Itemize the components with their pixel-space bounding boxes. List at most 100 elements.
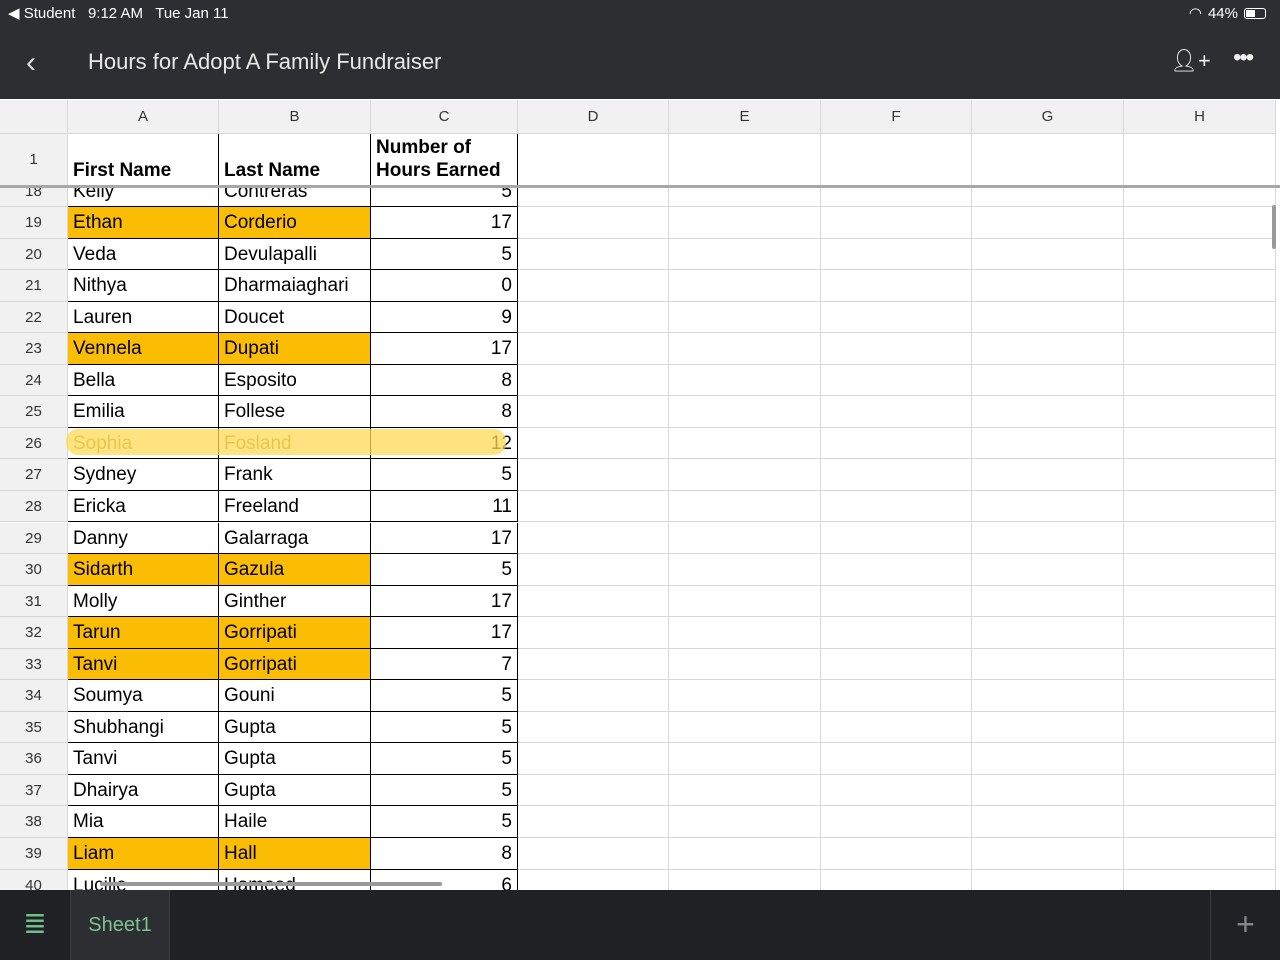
empty-cell[interactable] [972, 427, 1124, 460]
empty-cell[interactable] [821, 427, 972, 460]
empty-cell[interactable] [518, 617, 669, 649]
cell-hours[interactable]: 8 [371, 396, 518, 428]
empty-cell[interactable] [972, 743, 1124, 775]
empty-cell[interactable] [669, 301, 821, 334]
empty-cell[interactable] [669, 648, 821, 681]
row-header[interactable]: 37 [0, 774, 68, 807]
empty-cell[interactable] [1124, 711, 1276, 744]
empty-cell[interactable] [518, 207, 669, 239]
row-header[interactable]: 35 [0, 711, 68, 744]
empty-cell[interactable] [518, 333, 669, 365]
row-header[interactable]: 20 [0, 238, 68, 271]
empty-cell[interactable] [1124, 806, 1276, 838]
empty-cell[interactable] [821, 743, 972, 775]
cell-first[interactable]: Bella [68, 364, 219, 397]
empty-cell[interactable] [821, 301, 972, 334]
empty-cell[interactable] [669, 427, 821, 460]
empty-cell[interactable] [821, 554, 972, 586]
cell-first[interactable]: Vennela [68, 333, 219, 365]
cell-last[interactable]: Esposito [219, 364, 371, 397]
row-header[interactable]: 23 [0, 333, 68, 365]
empty-cell[interactable] [669, 270, 821, 302]
empty-cell[interactable] [518, 459, 669, 491]
column-header-b[interactable]: B [219, 100, 371, 134]
cell-hours[interactable]: 7 [371, 648, 518, 681]
cell-hours[interactable]: 11 [371, 490, 518, 523]
cell-first[interactable]: Soumya [68, 680, 219, 712]
cell-last[interactable]: Dupati [219, 333, 371, 365]
row-header[interactable]: 38 [0, 806, 68, 838]
cell-hours[interactable]: 6 [371, 869, 518, 890]
empty-cell[interactable] [1124, 459, 1276, 491]
empty-cell[interactable] [518, 364, 669, 397]
cell-hours[interactable]: 17 [371, 207, 518, 239]
cell-hours[interactable]: 8 [371, 838, 518, 870]
empty-cell[interactable] [821, 648, 972, 681]
row-header-1[interactable]: 1 [0, 134, 68, 186]
row-header[interactable]: 21 [0, 270, 68, 302]
cell-first[interactable]: Mia [68, 806, 219, 838]
empty-cell[interactable] [518, 490, 669, 523]
empty-cell[interactable] [518, 301, 669, 334]
empty-cell[interactable] [1124, 680, 1276, 712]
cell-hours[interactable]: 17 [371, 585, 518, 618]
empty-cell[interactable] [1124, 617, 1276, 649]
empty-cell[interactable] [972, 134, 1124, 186]
empty-cell[interactable] [821, 711, 972, 744]
cell-first[interactable]: Sidarth [68, 554, 219, 586]
cell-hours[interactable]: 5 [371, 743, 518, 775]
row-header[interactable]: 28 [0, 490, 68, 523]
row-header[interactable]: 40 [0, 869, 68, 890]
row-header[interactable]: 25 [0, 396, 68, 428]
empty-cell[interactable] [669, 806, 821, 838]
empty-cell[interactable] [669, 207, 821, 239]
empty-cell[interactable] [972, 207, 1124, 239]
column-header-f[interactable]: F [821, 100, 972, 134]
empty-cell[interactable] [821, 270, 972, 302]
cell-last[interactable]: Ginther [219, 585, 371, 618]
empty-cell[interactable] [972, 270, 1124, 302]
empty-cell[interactable] [972, 869, 1124, 890]
cell-hours[interactable]: 17 [371, 522, 518, 555]
cell-last[interactable]: Hameed [219, 869, 371, 890]
cell-hours[interactable]: 5 [371, 680, 518, 712]
empty-cell[interactable] [972, 554, 1124, 586]
empty-cell[interactable] [518, 774, 669, 807]
empty-cell[interactable] [669, 554, 821, 586]
cell-hours[interactable]: 8 [371, 364, 518, 397]
row-header[interactable]: 36 [0, 743, 68, 775]
empty-cell[interactable] [821, 774, 972, 807]
empty-cell[interactable] [518, 396, 669, 428]
cell-first[interactable]: Tanvi [68, 743, 219, 775]
cell-last[interactable]: Frank [219, 459, 371, 491]
empty-cell[interactable] [1124, 364, 1276, 397]
empty-cell[interactable] [821, 522, 972, 555]
cell-last[interactable]: Gouni [219, 680, 371, 712]
empty-cell[interactable] [1124, 743, 1276, 775]
cell-last[interactable]: Gorripati [219, 648, 371, 681]
empty-cell[interactable] [669, 333, 821, 365]
row-header[interactable]: 27 [0, 459, 68, 491]
cell-first[interactable]: Ericka [68, 490, 219, 523]
cell-last[interactable]: Gupta [219, 743, 371, 775]
empty-cell[interactable] [1124, 333, 1276, 365]
cell-last[interactable]: Fosland [219, 427, 371, 460]
empty-cell[interactable] [1124, 270, 1276, 302]
empty-cell[interactable] [1124, 490, 1276, 523]
empty-cell[interactable] [972, 806, 1124, 838]
empty-cell[interactable] [972, 617, 1124, 649]
empty-cell[interactable] [518, 806, 669, 838]
empty-cell[interactable] [518, 188, 669, 207]
cell-first[interactable]: Shubhangi [68, 711, 219, 744]
cell-last[interactable]: Haile [219, 806, 371, 838]
empty-cell[interactable] [821, 333, 972, 365]
empty-cell[interactable] [1124, 427, 1276, 460]
row-header[interactable]: 34 [0, 680, 68, 712]
empty-cell[interactable] [518, 648, 669, 681]
empty-cell[interactable] [1124, 238, 1276, 271]
chevron-left-icon[interactable]: ‹ [26, 46, 36, 80]
empty-cell[interactable] [518, 427, 669, 460]
cell-first[interactable]: Ethan [68, 207, 219, 239]
cell-hours[interactable]: 5 [371, 774, 518, 807]
empty-cell[interactable] [972, 648, 1124, 681]
